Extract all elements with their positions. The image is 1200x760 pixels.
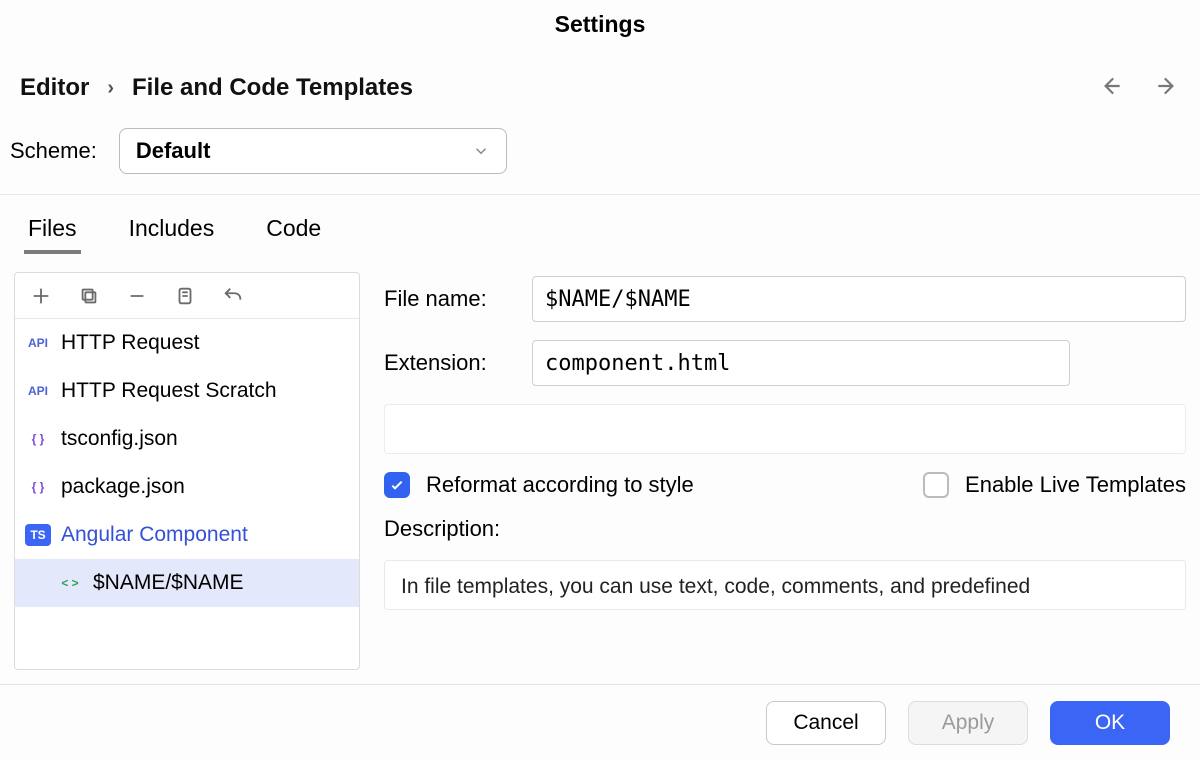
forward-button[interactable] [1154,73,1180,104]
tree-item-label: HTTP Request Scratch [61,379,277,403]
cancel-button[interactable]: Cancel [766,701,886,745]
tree-item-angular-component[interactable]: TS Angular Component [15,511,359,559]
clipboard-icon [174,285,196,307]
reformat-label: Reformat according to style [426,472,694,498]
add-template-button[interactable] [29,284,53,308]
undo-icon [222,285,244,307]
tree-item-label: package.json [61,475,185,499]
templates-tree: API HTTP Request API HTTP Request Scratc… [15,319,359,669]
breadcrumb-item-current: File and Code Templates [132,74,413,102]
api-icon: API [25,380,51,402]
settings-dialog: Settings Editor › File and Code Template… [0,0,1200,760]
reformat-checkbox[interactable] [384,472,410,498]
filename-input[interactable] [532,276,1186,322]
arrow-left-icon [1098,73,1124,99]
live-templates-checkbox[interactable] [923,472,949,498]
sidebar-toolbar [15,273,359,319]
remove-template-button[interactable] [125,284,149,308]
extension-input[interactable] [532,340,1070,386]
tree-item-http-request-scratch[interactable]: API HTTP Request Scratch [15,367,359,415]
tree-item-package-json[interactable]: { } package.json [15,463,359,511]
tree-item-label: tsconfig.json [61,427,178,451]
tab-files[interactable]: Files [28,215,77,254]
extension-row: Extension: [384,340,1186,386]
tree-item-http-request[interactable]: API HTTP Request [15,319,359,367]
templates-sidebar: API HTTP Request API HTTP Request Scratc… [14,272,360,670]
live-templates-label: Enable Live Templates [965,472,1186,498]
tab-includes[interactable]: Includes [129,215,215,254]
tree-item-tsconfig[interactable]: { } tsconfig.json [15,415,359,463]
undo-button[interactable] [221,284,245,308]
breadcrumb: Editor › File and Code Templates [20,74,413,102]
extension-label: Extension: [384,350,514,376]
plus-icon [30,285,52,307]
tree-item-label: HTTP Request [61,331,200,355]
description-label: Description: [384,516,1186,542]
scheme-select[interactable]: Default [119,128,507,174]
tag-icon: < > [57,572,83,594]
ok-button[interactable]: OK [1050,701,1170,745]
template-content-editor[interactable] [384,404,1186,454]
tree-item-label: $NAME/$NAME [93,571,244,595]
tree-item-label: Angular Component [61,523,248,547]
chevron-right-icon: › [107,77,114,100]
copy-template-button[interactable] [77,284,101,308]
arrow-right-icon [1154,73,1180,99]
main-area: API HTTP Request API HTTP Request Scratc… [0,272,1200,670]
template-editor-pane: File name: Extension: Reformat according… [360,272,1200,670]
description-box: In file templates, you can use text, cod… [384,560,1186,610]
paste-template-button[interactable] [173,284,197,308]
apply-button[interactable]: Apply [908,701,1028,745]
breadcrumb-item-editor[interactable]: Editor [20,74,89,102]
check-icon [389,477,405,493]
live-templates-check-group: Enable Live Templates [923,472,1186,498]
dialog-footer: Cancel Apply OK [0,684,1200,760]
ts-file-icon: TS [25,524,51,546]
filename-row: File name: [384,276,1186,322]
back-button[interactable] [1098,73,1124,104]
braces-icon: { } [25,428,51,450]
tree-item-child-template[interactable]: < > $NAME/$NAME [15,559,359,607]
reformat-check-group: Reformat according to style [384,472,694,498]
chevron-down-icon [472,142,490,160]
copy-icon [78,285,100,307]
minus-icon [126,285,148,307]
dialog-title: Settings [0,0,1200,48]
nav-arrows [1098,73,1180,104]
scheme-select-value: Default [136,138,211,164]
scheme-row: Scheme: Default [0,128,1200,194]
scheme-label: Scheme: [10,138,97,164]
checkbox-row: Reformat according to style Enable Live … [384,472,1186,498]
tabs: Files Includes Code [0,195,1200,254]
braces-icon: { } [25,476,51,498]
header-row: Editor › File and Code Templates [0,48,1200,128]
api-icon: API [25,332,51,354]
tab-code[interactable]: Code [266,215,321,254]
filename-label: File name: [384,286,514,312]
